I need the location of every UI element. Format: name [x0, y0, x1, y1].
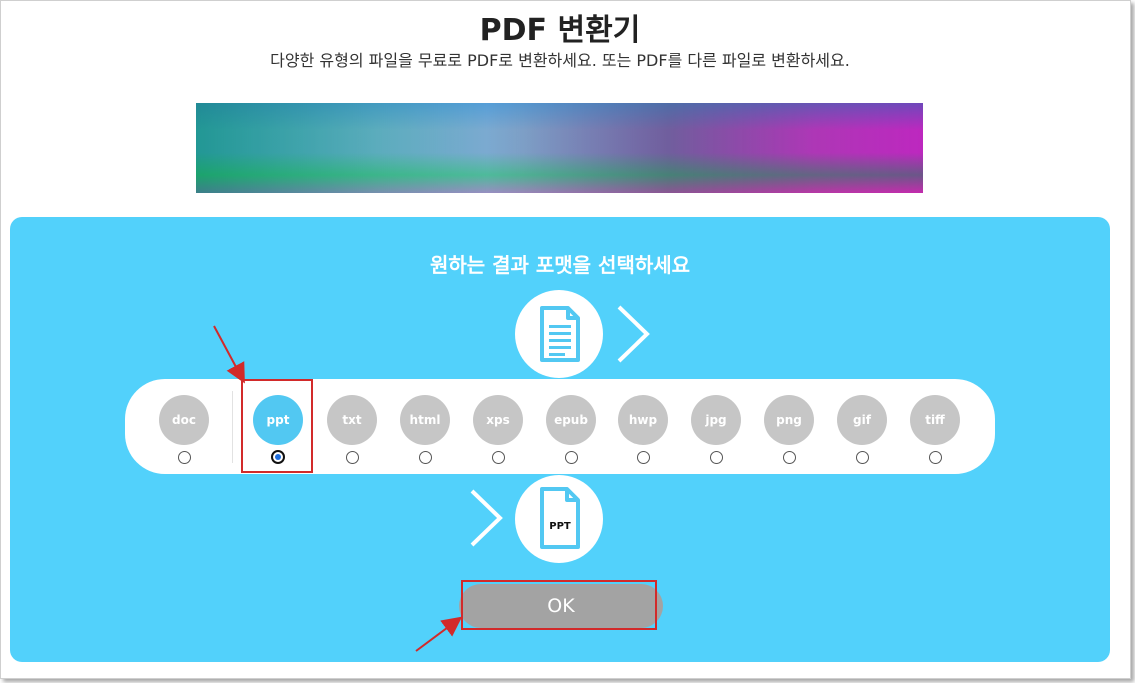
ppt-file-label: PPT — [549, 521, 571, 532]
document-icon — [515, 290, 603, 378]
format-option-hwp[interactable]: hwp — [618, 395, 670, 471]
format-bubble[interactable]: gif — [837, 395, 887, 445]
format-radio[interactable] — [492, 451, 505, 464]
format-option-gif[interactable]: gif — [837, 395, 889, 471]
format-option-xps[interactable]: xps — [473, 395, 525, 471]
annotation-box-ok — [461, 580, 657, 630]
format-bubble[interactable]: jpg — [691, 395, 741, 445]
page-title: PDF 변환기 — [479, 13, 641, 48]
format-bubble[interactable]: txt — [327, 395, 377, 445]
format-radio[interactable] — [419, 451, 432, 464]
format-option-txt[interactable]: txt — [327, 395, 379, 471]
format-option-tiff[interactable]: tiff — [910, 395, 962, 471]
format-radio[interactable] — [565, 451, 578, 464]
divider — [232, 391, 233, 463]
format-radio[interactable] — [856, 451, 869, 464]
page-frame: PDF 변환기 다양한 유형의 파일을 무료로 PDF로 변환하세요. 또는 P… — [0, 0, 1131, 679]
ppt-file-icon: PPT — [515, 475, 603, 563]
format-radio[interactable] — [710, 451, 723, 464]
format-option-png[interactable]: png — [764, 395, 816, 471]
format-radio[interactable] — [783, 451, 796, 464]
chevron-right-icon — [617, 305, 650, 363]
blurred-banner-image — [196, 103, 923, 193]
format-option-html[interactable]: html — [400, 395, 452, 471]
page-subtitle: 다양한 유형의 파일을 무료로 PDF로 변환하세요. 또는 PDF를 다른 파… — [270, 51, 850, 70]
format-option-epub[interactable]: epub — [546, 395, 598, 471]
format-bubble[interactable]: epub — [546, 395, 596, 445]
format-option-doc[interactable]: doc — [159, 395, 211, 471]
format-option-jpg[interactable]: jpg — [691, 395, 743, 471]
format-bubble[interactable]: html — [400, 395, 450, 445]
format-bubble[interactable]: xps — [473, 395, 523, 445]
format-bubble[interactable]: png — [764, 395, 814, 445]
format-heading: 원하는 결과 포맷을 선택하세요 — [429, 253, 691, 277]
format-radio[interactable] — [637, 451, 650, 464]
format-radio[interactable] — [178, 451, 191, 464]
format-radio[interactable] — [346, 451, 359, 464]
format-bubble[interactable]: hwp — [618, 395, 668, 445]
annotation-box-ppt — [241, 379, 313, 473]
chevron-right-icon — [470, 489, 503, 547]
format-radio[interactable] — [929, 451, 942, 464]
format-bubble[interactable]: doc — [159, 395, 209, 445]
format-bubble[interactable]: tiff — [910, 395, 960, 445]
